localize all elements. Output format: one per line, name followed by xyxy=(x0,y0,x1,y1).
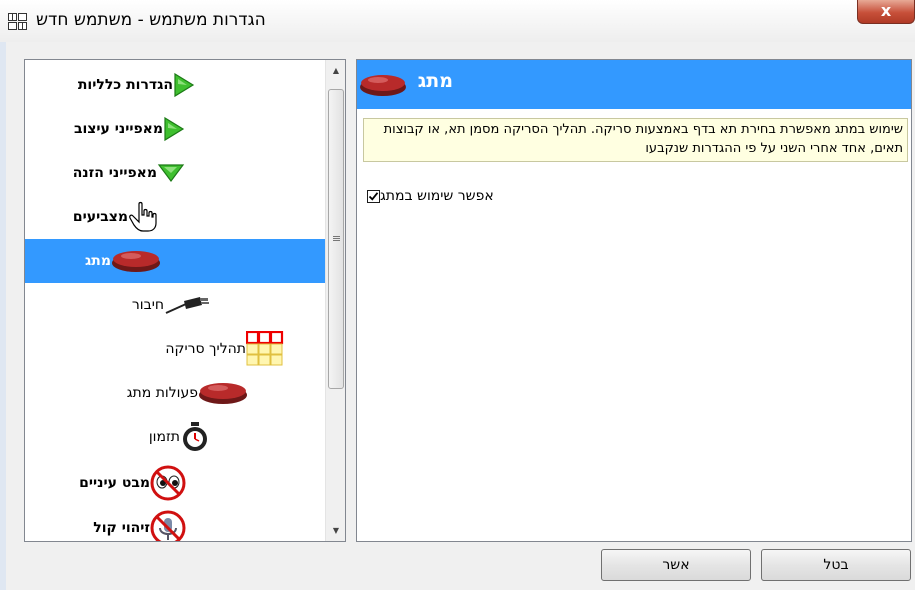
scroll-thumb[interactable] xyxy=(328,89,344,389)
scroll-up-arrow-icon[interactable]: ▲ xyxy=(327,62,345,79)
app-grid-icon xyxy=(8,13,27,30)
nav-item-general-settings[interactable]: הגדרות כלליות xyxy=(78,63,199,107)
settings-dialog: הגדרות משתמש - משתמש חדש x הגדרות כלליות… xyxy=(0,0,915,590)
nav-item-label: מבט עיניים xyxy=(79,475,150,491)
red-switch-button-icon xyxy=(198,381,248,405)
cancel-button[interactable]: בטל xyxy=(761,549,911,581)
window-frame xyxy=(0,42,6,590)
nav-item-label: פעולות מתג xyxy=(126,385,198,401)
green-expand-arrow-icon xyxy=(163,116,185,142)
nav-item-voice-recognition[interactable]: זיהוי קול xyxy=(93,506,190,541)
nav-item-design-properties[interactable]: מאפייני עיצוב xyxy=(74,107,189,151)
enable-switch-checkbox[interactable] xyxy=(367,189,380,203)
green-collapse-arrow-icon xyxy=(157,163,185,183)
nav-item-label: הגדרות כלליות xyxy=(77,77,173,93)
ok-button[interactable]: אשר xyxy=(601,549,751,581)
settings-nav-list: הגדרות כלליות מאפייני עיצוב מאפייני הזנה… xyxy=(25,60,325,541)
nav-item-label: מתג xyxy=(85,253,111,269)
nav-item-pointers[interactable]: מצביעים xyxy=(73,195,162,239)
scroll-down-arrow-icon[interactable]: ▼ xyxy=(327,522,345,539)
green-expand-arrow-icon xyxy=(173,72,195,98)
voice-disabled-icon xyxy=(150,510,186,541)
nav-item-timing[interactable]: תזמון xyxy=(149,415,214,459)
stopwatch-icon xyxy=(180,421,210,453)
close-button[interactable]: x xyxy=(857,0,915,24)
nav-item-input-properties[interactable]: מאפייני הזנה xyxy=(73,151,189,195)
scan-grid-icon xyxy=(246,331,284,367)
nav-item-label: מאפייני הזנה xyxy=(72,165,157,181)
nav-item-label: זיהוי קול xyxy=(93,520,150,536)
panel-title: מתג xyxy=(417,70,453,92)
nav-scrollbar[interactable]: ▲ ▼ xyxy=(325,60,345,541)
hand-pointer-icon xyxy=(128,201,158,233)
nav-item-connection[interactable]: חיבור xyxy=(132,283,214,327)
switch-settings-panel: מתג שימוש במתג מאפשרת בחירת תא בדף באמצע… xyxy=(356,59,912,542)
settings-nav-panel: הגדרות כלליות מאפייני עיצוב מאפייני הזנה… xyxy=(24,59,346,542)
red-switch-button-icon xyxy=(360,75,406,96)
description-box: שימוש במתג מאפשרת בחירת תא בדף באמצעות ס… xyxy=(363,118,908,162)
window-title: הגדרות משתמש - משתמש חדש xyxy=(36,10,266,30)
cable-plug-icon xyxy=(164,295,210,315)
red-switch-button-icon xyxy=(111,249,161,273)
title-bar: הגדרות משתמש - משתמש חדש x xyxy=(0,0,915,42)
nav-item-label: תהליך סריקה xyxy=(165,341,246,357)
enable-switch-option[interactable]: אפשר שימוש במתג xyxy=(363,188,494,204)
scroll-grip xyxy=(333,236,340,237)
nav-item-scan-process[interactable]: תהליך סריקה xyxy=(165,327,288,371)
nav-item-label: מצביעים xyxy=(72,209,128,225)
nav-item-switch-actions[interactable]: פעולות מתג xyxy=(127,371,252,415)
nav-item-label: תזמון xyxy=(148,429,180,445)
nav-item-switch[interactable]: מתג xyxy=(25,239,325,283)
checkmark-icon xyxy=(368,191,379,201)
nav-item-label: חיבור xyxy=(131,297,164,313)
nav-item-eye-gaze[interactable]: מבט עיניים xyxy=(79,461,190,505)
panel-header: מתג xyxy=(357,60,911,109)
nav-item-label: מאפייני עיצוב xyxy=(73,121,163,137)
eyes-disabled-icon xyxy=(150,465,186,501)
enable-switch-label: אפשר שימוש במתג xyxy=(380,188,494,204)
